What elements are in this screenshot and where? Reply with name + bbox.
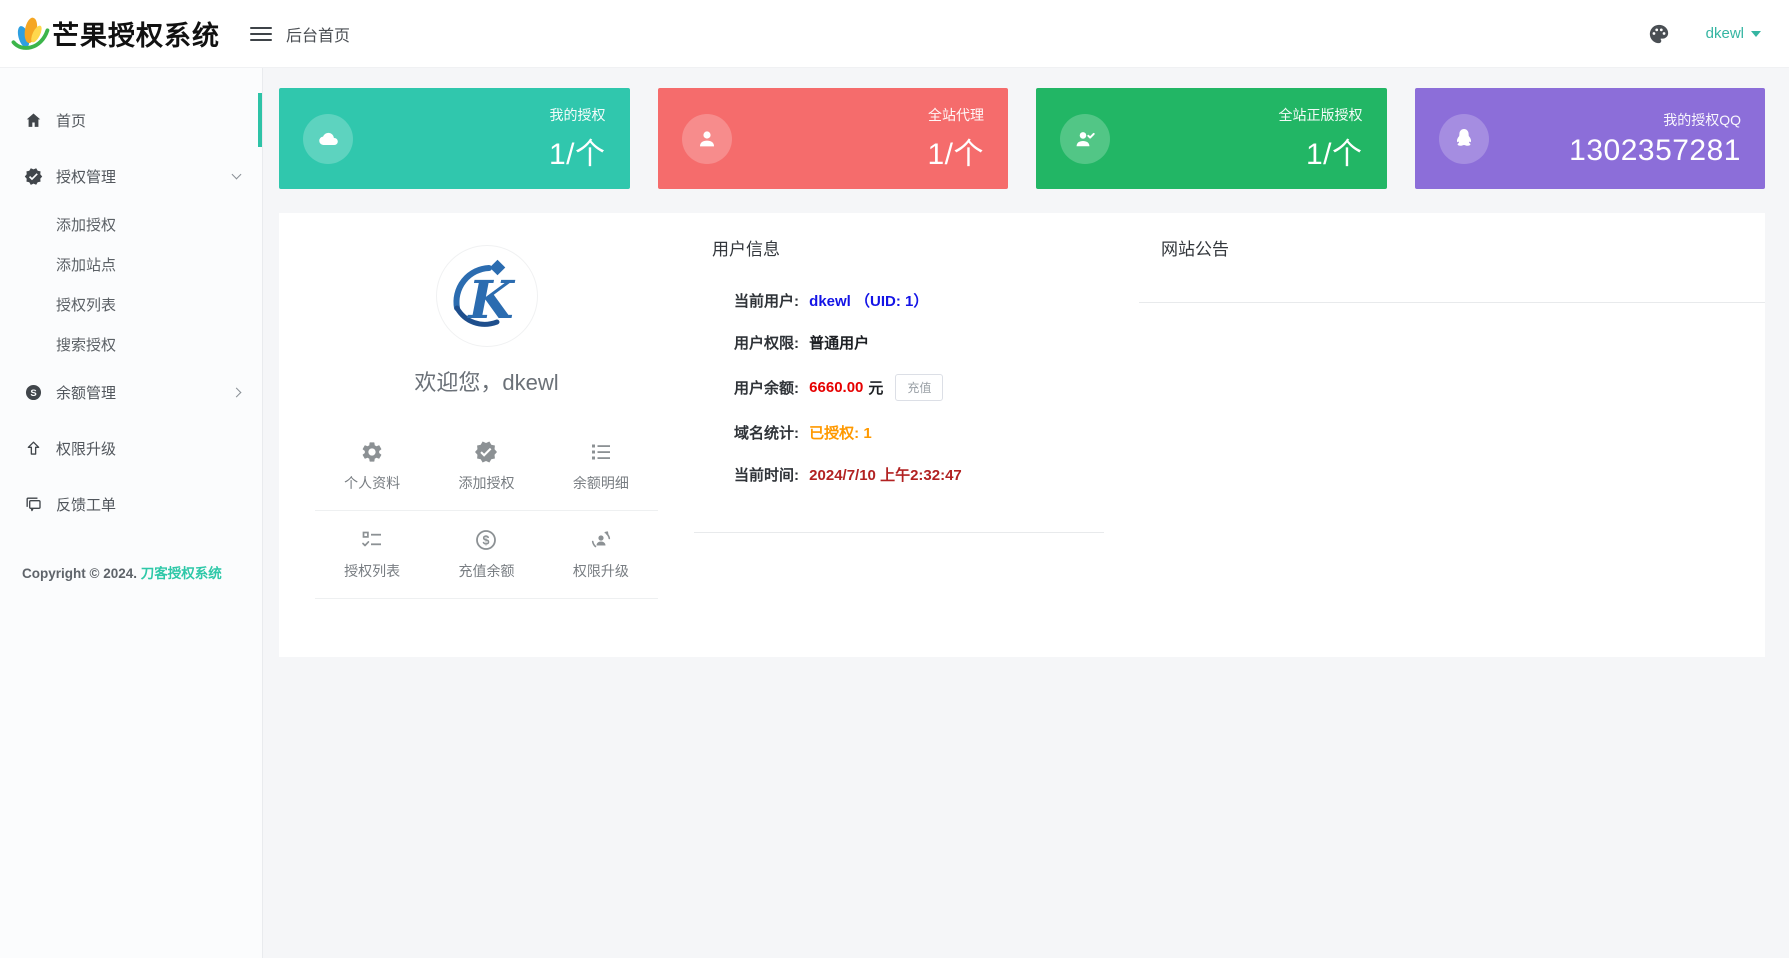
user-icon — [682, 114, 732, 164]
verified-badge-icon — [24, 167, 43, 186]
sidebar-item-label: 余额管理 — [56, 382, 116, 403]
svg-text:S: S — [30, 387, 36, 398]
stat-card-my-auth[interactable]: 我的授权 1/个 — [279, 88, 630, 189]
user-info-title: 用户信息 — [712, 235, 1104, 260]
stat-value: 1/个 — [1279, 129, 1363, 173]
chevron-down-icon — [1751, 31, 1761, 37]
action-balance-detail[interactable]: 余额明细 — [544, 423, 658, 511]
stat-card-genuine-auth[interactable]: 全站正版授权 1/个 — [1036, 88, 1387, 189]
announcement-title: 网站公告 — [1161, 235, 1765, 260]
stat-value: 1/个 — [927, 129, 984, 173]
stat-title: 全站正版授权 — [1279, 105, 1363, 125]
announcement-panel: 网站公告 — [1139, 213, 1765, 303]
svg-text:$: $ — [483, 533, 490, 547]
balance-value: 6660.00 — [809, 379, 863, 396]
welcome-text: 欢迎您，dkewl — [279, 365, 694, 397]
balance-s-icon: S — [24, 383, 43, 402]
sidebar-item-balance-management[interactable]: S 余额管理 — [0, 364, 262, 420]
domain-stats-value: 已授权: 1 — [809, 422, 872, 443]
stat-title: 我的授权 — [549, 105, 606, 125]
sidebar-item-label: 权限升级 — [56, 438, 116, 459]
header-right: dkewl — [1648, 23, 1789, 45]
stat-card-site-agent[interactable]: 全站代理 1/个 — [658, 88, 1009, 189]
gear-icon — [360, 440, 384, 464]
sidebar-item-label: 授权管理 — [56, 166, 116, 187]
brand: 芒果授权系统 — [0, 12, 240, 56]
copyright-link[interactable]: 刀客授权系统 — [141, 566, 222, 581]
stat-value: 1/个 — [549, 129, 606, 173]
username[interactable]: dkewl — [1706, 25, 1744, 42]
dollar-circle-icon: $ — [474, 528, 498, 552]
action-recharge-balance[interactable]: $ 充值余额 — [429, 511, 543, 599]
user-upgrade-icon — [589, 528, 613, 552]
user-role-row: 用户权限: 普通用户 — [734, 332, 1104, 353]
sidebar-subitem-add-site[interactable]: 添加站点 — [0, 244, 262, 284]
user-menu[interactable]: dkewl — [1706, 25, 1761, 42]
sidebar-subitem-auth-list[interactable]: 授权列表 — [0, 284, 262, 324]
balance-unit: 元 — [868, 377, 883, 398]
dashboard-panel: K 欢迎您，dkewl 个人资料 — [279, 213, 1765, 657]
domain-stats-row: 域名统计: 已授权: 1 — [734, 422, 1104, 443]
svg-text:K: K — [466, 270, 515, 331]
stat-card-auth-qq[interactable]: 我的授权QQ 1302357281 — [1415, 88, 1766, 189]
home-icon — [24, 111, 43, 130]
sidebar-item-permission-upgrade[interactable]: 权限升级 — [0, 420, 262, 476]
checklist-icon — [360, 528, 384, 552]
top-header: 芒果授权系统 后台首页 dkewl — [0, 0, 1789, 68]
chevron-down-icon — [232, 169, 242, 179]
sidebar-item-home[interactable]: 首页 — [0, 92, 262, 148]
sidebar-subitem-add-auth[interactable]: 添加授权 — [0, 204, 262, 244]
current-time-row: 当前时间: 2024/7/10 上午2:32:47 — [734, 464, 1104, 485]
action-add-auth[interactable]: 添加授权 — [429, 423, 543, 511]
action-personal-profile[interactable]: 个人资料 — [315, 423, 429, 511]
quick-actions: 个人资料 添加授权 余额明细 — [315, 423, 658, 599]
sidebar: 首页 授权管理 添加授权 添加站点 授权列表 搜索授权 S 余额管理 — [0, 68, 263, 958]
sidebar-item-label: 首页 — [56, 110, 86, 131]
user-balance-row: 用户余额: 6660.00 元 充值 — [734, 374, 1104, 401]
qq-penguin-icon — [1439, 114, 1489, 164]
stat-cards-row: 我的授权 1/个 全站代理 1/个 全站正版授权 1/个 — [279, 88, 1765, 189]
current-user-row: 当前用户: dkewl （UID: 1） — [734, 290, 1104, 311]
mango-logo-icon — [8, 12, 52, 56]
user-info-panel: 用户信息 当前用户: dkewl （UID: 1） 用户权限: 普通用户 用户余… — [694, 213, 1104, 533]
action-permission-upgrade[interactable]: 权限升级 — [544, 511, 658, 599]
chevron-right-icon — [232, 387, 242, 397]
stat-title: 全站代理 — [927, 105, 984, 125]
current-time-value: 2024/7/10 上午2:32:47 — [809, 464, 962, 485]
cloud-icon — [303, 114, 353, 164]
current-user-value: dkewl （UID: 1） — [809, 290, 928, 311]
breadcrumb[interactable]: 后台首页 — [286, 22, 350, 46]
sidebar-subitem-search-auth[interactable]: 搜索授权 — [0, 324, 262, 364]
main-content: 我的授权 1/个 全站代理 1/个 全站正版授权 1/个 — [263, 68, 1789, 958]
menu-toggle-icon[interactable] — [250, 23, 272, 45]
badge-check-icon — [474, 440, 498, 464]
theme-palette-icon[interactable] — [1648, 23, 1670, 45]
sidebar-item-label: 反馈工单 — [56, 494, 116, 515]
user-check-icon — [1060, 114, 1110, 164]
recharge-button[interactable]: 充值 — [895, 374, 943, 401]
avatar: K — [436, 245, 538, 347]
stat-title: 我的授权QQ — [1569, 110, 1741, 130]
sidebar-item-auth-management[interactable]: 授权管理 — [0, 148, 262, 204]
sidebar-item-feedback-ticket[interactable]: 反馈工单 — [0, 476, 262, 532]
profile-card: K 欢迎您，dkewl 个人资料 — [279, 213, 694, 657]
stat-value: 1302357281 — [1569, 134, 1741, 168]
action-auth-list[interactable]: 授权列表 — [315, 511, 429, 599]
upgrade-arrow-icon — [24, 439, 43, 458]
feedback-chat-icon — [24, 495, 43, 514]
user-role-value: 普通用户 — [809, 332, 869, 353]
list-icon — [589, 440, 613, 464]
brand-title: 芒果授权系统 — [52, 14, 220, 53]
copyright: Copyright © 2024. 刀客授权系统 — [0, 562, 262, 582]
